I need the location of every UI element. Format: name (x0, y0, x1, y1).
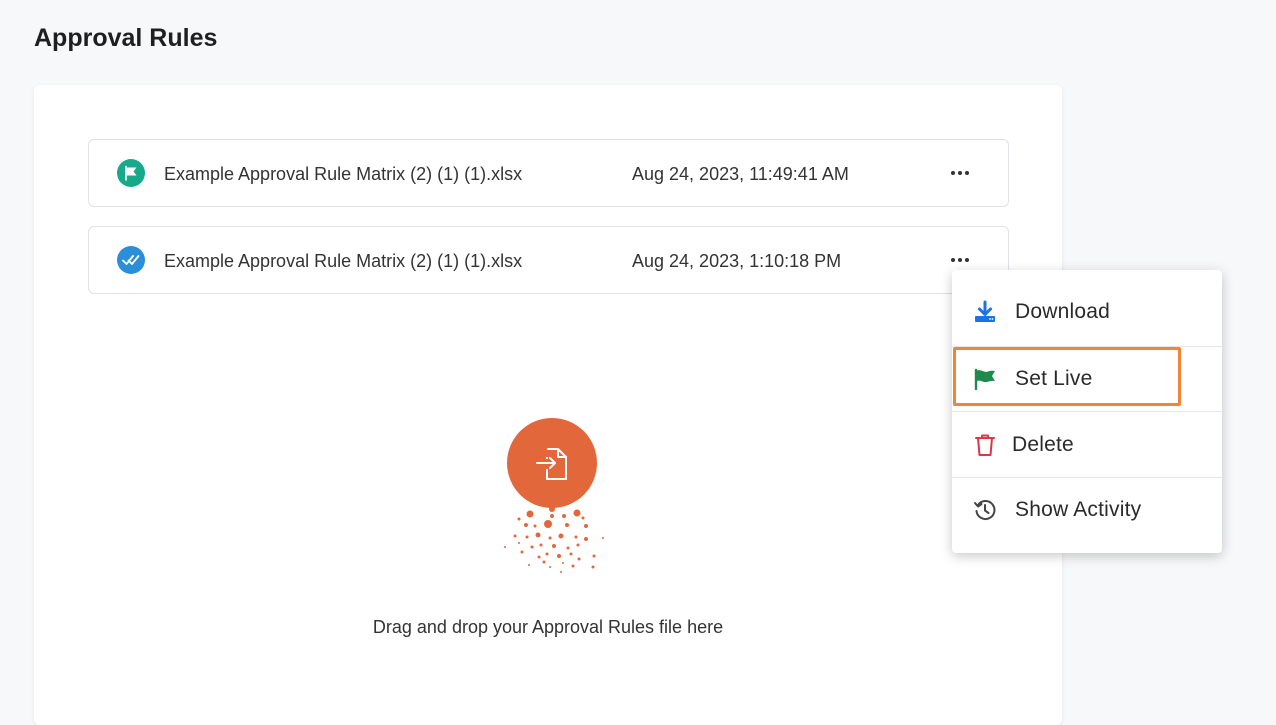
menu-item-show-activity[interactable]: Show Activity (952, 478, 1222, 542)
file-date: Aug 24, 2023, 1:10:18 PM (632, 251, 842, 271)
dot (951, 171, 955, 175)
file-row[interactable]: Example Approval Rule Matrix (2) (1) (1)… (88, 139, 1009, 207)
menu-item-delete[interactable]: Delete (952, 413, 1222, 477)
more-options-button[interactable] (942, 161, 978, 185)
menu-item-set-live[interactable]: Set Live (952, 347, 1222, 411)
live-flag-icon (117, 159, 145, 187)
menu-item-label: Delete (1012, 433, 1074, 456)
menu-item-label: Set Live (1015, 367, 1093, 390)
file-date: Aug 24, 2023, 11:49:41 AM (632, 164, 849, 184)
menu-divider (952, 411, 1222, 412)
file-drop-zone[interactable] (479, 415, 619, 585)
dot (951, 258, 955, 262)
file-name: Example Approval Rule Matrix (2) (1) (1)… (164, 251, 523, 271)
menu-item-download[interactable]: Download (952, 280, 1222, 344)
menu-item-label: Show Activity (1015, 498, 1142, 521)
file-name: Example Approval Rule Matrix (2) (1) (1)… (164, 164, 523, 184)
flag-icon (972, 366, 998, 392)
page-title: Approval Rules (34, 24, 218, 52)
double-check-icon (117, 246, 145, 274)
dot (958, 171, 962, 175)
scatter-dots-decoration (504, 506, 604, 573)
dot (965, 171, 969, 175)
dot (965, 258, 969, 262)
history-icon (972, 497, 998, 523)
trash-icon (972, 432, 998, 458)
dot (958, 258, 962, 262)
file-actions-menu: Download Set Live Delete Show Activity (952, 270, 1222, 553)
approval-rules-card: Example Approval Rule Matrix (2) (1) (1)… (34, 85, 1062, 725)
drop-instructions: Drag and drop your Approval Rules file h… (372, 617, 724, 637)
file-row[interactable]: Example Approval Rule Matrix (2) (1) (1)… (88, 226, 1009, 294)
more-options-button[interactable] (942, 248, 978, 272)
download-icon (972, 299, 998, 325)
menu-item-label: Download (1015, 300, 1110, 323)
